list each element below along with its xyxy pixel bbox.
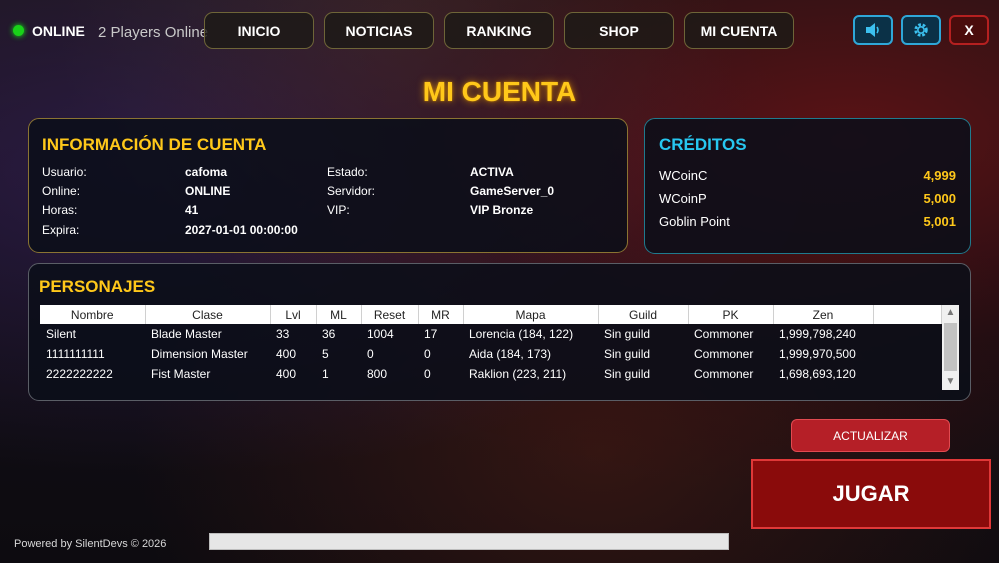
table-header-row: Nombre Clase Lvl ML Reset MR Mapa Guild … [40, 305, 942, 324]
gear-icon [914, 23, 928, 37]
cell-mapa: Aida (184, 173) [469, 347, 552, 361]
goblin-point-value: 5,001 [923, 214, 956, 229]
scroll-thumb[interactable] [944, 323, 957, 371]
col-header-blank [873, 305, 942, 324]
cell-lvl: 400 [276, 367, 297, 381]
vip-value: VIP Bronze [470, 203, 534, 217]
cell-nombre: 2222222222 [46, 367, 113, 381]
col-header-mapa[interactable]: Mapa [463, 305, 599, 324]
table-row[interactable]: 2222222222 Fist Master 400 1 800 0 Rakli… [40, 364, 941, 384]
cell-blank [873, 324, 941, 344]
cell-mr: 0 [424, 347, 431, 361]
username-value: cafoma [185, 165, 228, 179]
cell-guild: Sin guild [604, 367, 651, 381]
update-button[interactable]: ACTUALIZAR [791, 419, 950, 452]
online-status-dot [13, 25, 24, 36]
expires-label: Expira: [42, 223, 80, 237]
cell-ml: 36 [322, 327, 336, 341]
cell-zen: 1,999,970,500 [779, 347, 856, 361]
cell-clase: Blade Master [151, 327, 222, 341]
username-label: Usuario: [42, 165, 87, 179]
cell-lvl: 33 [276, 327, 290, 341]
players-online-count: 2 Players Online [98, 24, 209, 41]
vip-label: VIP: [327, 203, 350, 217]
col-header-guild[interactable]: Guild [598, 305, 689, 324]
cell-guild: Sin guild [604, 327, 651, 341]
cell-clase: Fist Master [151, 367, 211, 381]
nav-mi-cuenta[interactable]: MI CUENTA [684, 12, 794, 49]
play-button[interactable]: JUGAR [751, 459, 991, 529]
cell-mapa: Raklion (223, 211) [469, 367, 567, 381]
state-value: ACTIVA [470, 165, 514, 179]
close-button[interactable]: X [949, 15, 989, 45]
table-scrollbar[interactable]: ▲ ▼ [942, 305, 959, 390]
characters-title: PERSONAJES [39, 277, 156, 296]
cell-nombre: Silent [46, 327, 77, 341]
cell-clase: Dimension Master [151, 347, 248, 361]
page-title: MI CUENTA [422, 76, 577, 107]
server-value: GameServer_0 [470, 184, 555, 198]
wcoinp-label: WCoinP [659, 191, 707, 206]
settings-button[interactable] [901, 15, 941, 45]
server-label: Servidor: [327, 184, 376, 198]
wcoinc-value: 4,999 [923, 168, 956, 183]
nav-shop[interactable]: SHOP [564, 12, 674, 49]
col-header-mr[interactable]: MR [418, 305, 464, 324]
expires-value: 2027-01-01 00:00:00 [185, 223, 298, 237]
cell-mapa: Lorencia (184, 122) [469, 327, 574, 341]
cell-nombre: 1111111111 [46, 347, 105, 361]
download-progress-bar [209, 533, 729, 550]
cell-blank [873, 364, 941, 384]
characters-table: Nombre Clase Lvl ML Reset MR Mapa Guild … [40, 305, 942, 384]
account-info-title: INFORMACIÓN DE CUENTA [42, 135, 267, 154]
scroll-down-icon[interactable]: ▼ [942, 374, 959, 390]
cell-blank [873, 344, 941, 364]
col-header-clase[interactable]: Clase [145, 305, 271, 324]
col-header-pk[interactable]: PK [688, 305, 774, 324]
sound-button[interactable] [853, 15, 893, 45]
cell-ml: 1 [322, 367, 329, 381]
cell-pk: Commoner [694, 327, 754, 341]
online-status-label: ONLINE [32, 23, 85, 39]
cell-mr: 17 [424, 327, 438, 341]
col-header-lvl[interactable]: Lvl [270, 305, 317, 324]
cell-ml: 5 [322, 347, 329, 361]
table-row[interactable]: 1111111111 Dimension Master 400 5 0 0 Ai… [40, 344, 941, 364]
characters-table-container: Nombre Clase Lvl ML Reset MR Mapa Guild … [40, 305, 959, 390]
cell-pk: Commoner [694, 367, 754, 381]
cell-reset: 0 [367, 347, 374, 361]
cell-reset: 1004 [367, 327, 394, 341]
goblin-point-label: Goblin Point [659, 214, 730, 229]
hours-value: 41 [185, 203, 199, 217]
cell-reset: 800 [367, 367, 388, 381]
cell-lvl: 400 [276, 347, 297, 361]
online-label: Online: [42, 184, 81, 198]
hours-label: Horas: [42, 203, 78, 217]
online-value: ONLINE [185, 184, 231, 198]
cell-zen: 1,999,798,240 [779, 327, 856, 341]
col-header-zen[interactable]: Zen [773, 305, 874, 324]
wcoinp-value: 5,000 [923, 191, 956, 206]
credits-title: CRÉDITOS [659, 135, 747, 154]
col-header-reset[interactable]: Reset [361, 305, 419, 324]
cell-guild: Sin guild [604, 347, 651, 361]
col-header-ml[interactable]: ML [316, 305, 362, 324]
table-row[interactable]: Silent Blade Master 33 36 1004 17 Lorenc… [40, 324, 941, 344]
col-header-nombre[interactable]: Nombre [40, 305, 146, 324]
cell-mr: 0 [424, 367, 431, 381]
wcoinc-label: WCoinC [659, 168, 708, 183]
scroll-up-icon[interactable]: ▲ [942, 305, 959, 321]
cell-zen: 1,698,693,120 [779, 367, 856, 381]
footer-credits: Powered by SilentDevs © 2026 [14, 538, 167, 550]
speaker-icon [866, 23, 879, 37]
state-label: Estado: [327, 165, 368, 179]
nav-ranking[interactable]: RANKING [444, 12, 554, 49]
nav-inicio[interactable]: INICIO [204, 12, 314, 49]
cell-pk: Commoner [694, 347, 754, 361]
nav-noticias[interactable]: NOTICIAS [324, 12, 434, 49]
